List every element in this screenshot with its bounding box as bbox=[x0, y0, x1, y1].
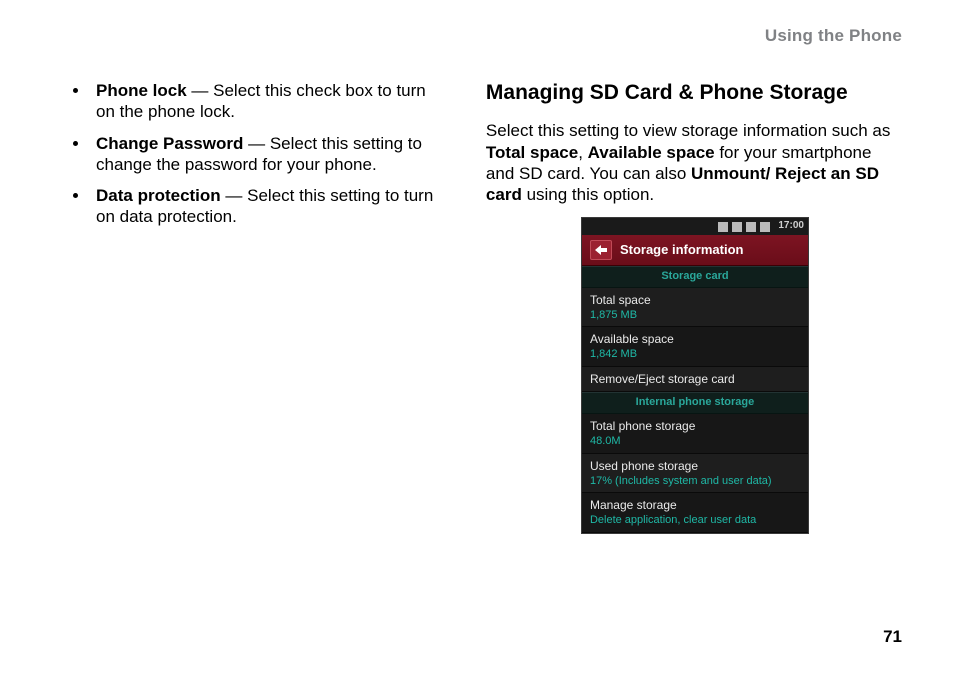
bullet-list: Phone lock — Select this check box to tu… bbox=[60, 80, 446, 228]
page-number: 71 bbox=[883, 627, 902, 647]
section-paragraph: Select this setting to view storage info… bbox=[486, 120, 904, 205]
text-run: using this option. bbox=[522, 185, 654, 204]
right-column: Managing SD Card & Phone Storage Select … bbox=[486, 80, 904, 534]
manual-page: Using the Phone Phone lock — Select this… bbox=[0, 0, 954, 677]
network-icon bbox=[732, 222, 742, 232]
row-value: 17% (Includes system and user data) bbox=[590, 475, 800, 489]
row-label: Total space bbox=[590, 293, 800, 308]
row-value: 48.0M bbox=[590, 435, 800, 449]
row-value: Delete application, clear user data bbox=[590, 514, 800, 528]
row-label: Remove/Eject storage card bbox=[590, 372, 800, 387]
text-bold: Total space bbox=[486, 143, 578, 162]
used-phone-storage-row[interactable]: Used phone storage 17% (Includes system … bbox=[582, 454, 808, 494]
left-column: Phone lock — Select this check box to tu… bbox=[60, 80, 446, 534]
section-header-label: Using the Phone bbox=[765, 26, 902, 46]
text-run: Select this setting to view storage info… bbox=[486, 121, 890, 140]
phone-status-bar: 17:00 bbox=[582, 218, 808, 235]
bullet-item: Data protection — Select this setting to… bbox=[90, 185, 446, 228]
available-space-row[interactable]: Available space 1,842 MB bbox=[582, 327, 808, 367]
phone-screenshot: 17:00 Storage information Storage card T… bbox=[581, 217, 809, 534]
bullet-item: Change Password — Select this setting to… bbox=[90, 133, 446, 176]
total-phone-storage-row[interactable]: Total phone storage 48.0M bbox=[582, 414, 808, 454]
wifi-icon bbox=[746, 222, 756, 232]
row-label: Manage storage bbox=[590, 498, 800, 513]
bullet-term: Data protection bbox=[96, 186, 221, 205]
remove-eject-row[interactable]: Remove/Eject storage card bbox=[582, 367, 808, 392]
storage-card-section-header: Storage card bbox=[582, 266, 808, 288]
phone-title: Storage information bbox=[620, 242, 744, 258]
row-label: Used phone storage bbox=[590, 459, 800, 474]
section-heading: Managing SD Card & Phone Storage bbox=[486, 80, 904, 106]
total-space-row[interactable]: Total space 1,875 MB bbox=[582, 288, 808, 328]
battery-icon bbox=[760, 222, 770, 232]
text-bold: Available space bbox=[588, 143, 715, 162]
bullet-term: Phone lock bbox=[96, 81, 187, 100]
bullet-term: Change Password bbox=[96, 134, 243, 153]
signal-icon bbox=[718, 222, 728, 232]
two-column-layout: Phone lock — Select this check box to tu… bbox=[60, 80, 904, 534]
bullet-item: Phone lock — Select this check box to tu… bbox=[90, 80, 446, 123]
status-time: 17:00 bbox=[778, 220, 804, 233]
text-run: , bbox=[578, 143, 587, 162]
row-value: 1,875 MB bbox=[590, 309, 800, 323]
back-icon[interactable] bbox=[590, 240, 612, 260]
row-label: Available space bbox=[590, 332, 800, 347]
internal-storage-section-header: Internal phone storage bbox=[582, 392, 808, 414]
manage-storage-row[interactable]: Manage storage Delete application, clear… bbox=[582, 493, 808, 533]
row-label: Total phone storage bbox=[590, 419, 800, 434]
row-value: 1,842 MB bbox=[590, 348, 800, 362]
phone-title-bar[interactable]: Storage information bbox=[582, 235, 808, 266]
